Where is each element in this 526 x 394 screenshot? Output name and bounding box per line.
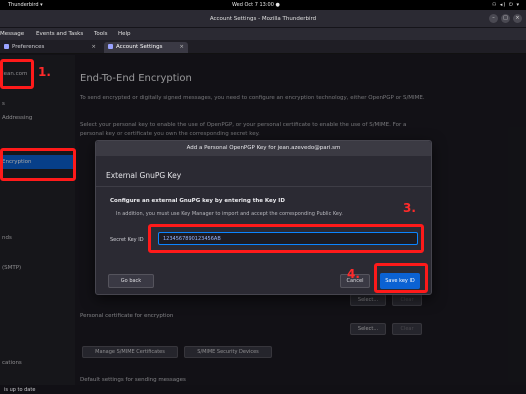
account-icon bbox=[108, 44, 113, 49]
secret-key-label: Secret Key ID bbox=[110, 237, 144, 243]
gear-icon bbox=[4, 44, 9, 49]
tab-label: Preferences bbox=[12, 44, 45, 50]
annotation-box-3 bbox=[148, 224, 424, 253]
menu-message[interactable]: Message bbox=[0, 31, 24, 37]
menu-tools[interactable]: Tools bbox=[94, 31, 108, 37]
annotation-label-4: 4. bbox=[347, 267, 360, 281]
annotation-box-2 bbox=[0, 148, 76, 181]
window-title: Account Settings - Mozilla Thunderbird bbox=[209, 16, 317, 22]
dialog-heading: External GnuPG Key bbox=[106, 171, 182, 180]
tab-label: Account Settings bbox=[116, 44, 163, 50]
status-bar: is up to date bbox=[0, 385, 526, 394]
dialog-instruction: Configure an external GnuPG key by enter… bbox=[110, 198, 285, 204]
annotation-box-4 bbox=[374, 263, 428, 293]
window-title-bar: Account Settings - Mozilla Thunderbird –… bbox=[0, 10, 526, 28]
system-top-bar: Thunderbird ▾ Wed Oct 7 13:00 ● ⚇ ◂) ⏻ ▾ bbox=[0, 0, 526, 10]
annotation-label-1: 1. bbox=[38, 65, 51, 79]
annotation-box-1 bbox=[0, 59, 34, 89]
clock[interactable]: Wed Oct 7 13:00 ● bbox=[232, 2, 280, 8]
dialog-note: In addition, you must use Key Manager to… bbox=[116, 211, 343, 217]
menu-events-tasks[interactable]: Events and Tasks bbox=[36, 31, 83, 37]
close-icon[interactable]: × bbox=[179, 44, 184, 50]
close-icon[interactable]: × bbox=[513, 14, 522, 23]
menu-help[interactable]: Help bbox=[118, 31, 131, 37]
menu-bar: Message Events and Tasks Tools Help bbox=[0, 28, 526, 40]
tab-account-settings[interactable]: Account Settings × bbox=[104, 42, 188, 53]
minimize-icon[interactable]: – bbox=[489, 14, 498, 23]
maximize-icon[interactable]: □ bbox=[501, 14, 510, 23]
dialog-title: Add a Personal OpenPGP Key for jean.azev… bbox=[96, 141, 431, 156]
system-tray-icons[interactable]: ⚇ ◂) ⏻ ▾ bbox=[492, 2, 520, 8]
go-back-button[interactable]: Go back bbox=[108, 274, 154, 288]
tab-bar: Preferences × Account Settings × bbox=[0, 40, 526, 54]
app-menu[interactable]: Thunderbird ▾ bbox=[8, 2, 43, 8]
tab-preferences[interactable]: Preferences × bbox=[0, 42, 100, 53]
annotation-label-3: 3. bbox=[403, 201, 416, 215]
close-icon[interactable]: × bbox=[91, 44, 96, 50]
status-text: is up to date bbox=[4, 387, 36, 393]
divider bbox=[96, 186, 431, 187]
